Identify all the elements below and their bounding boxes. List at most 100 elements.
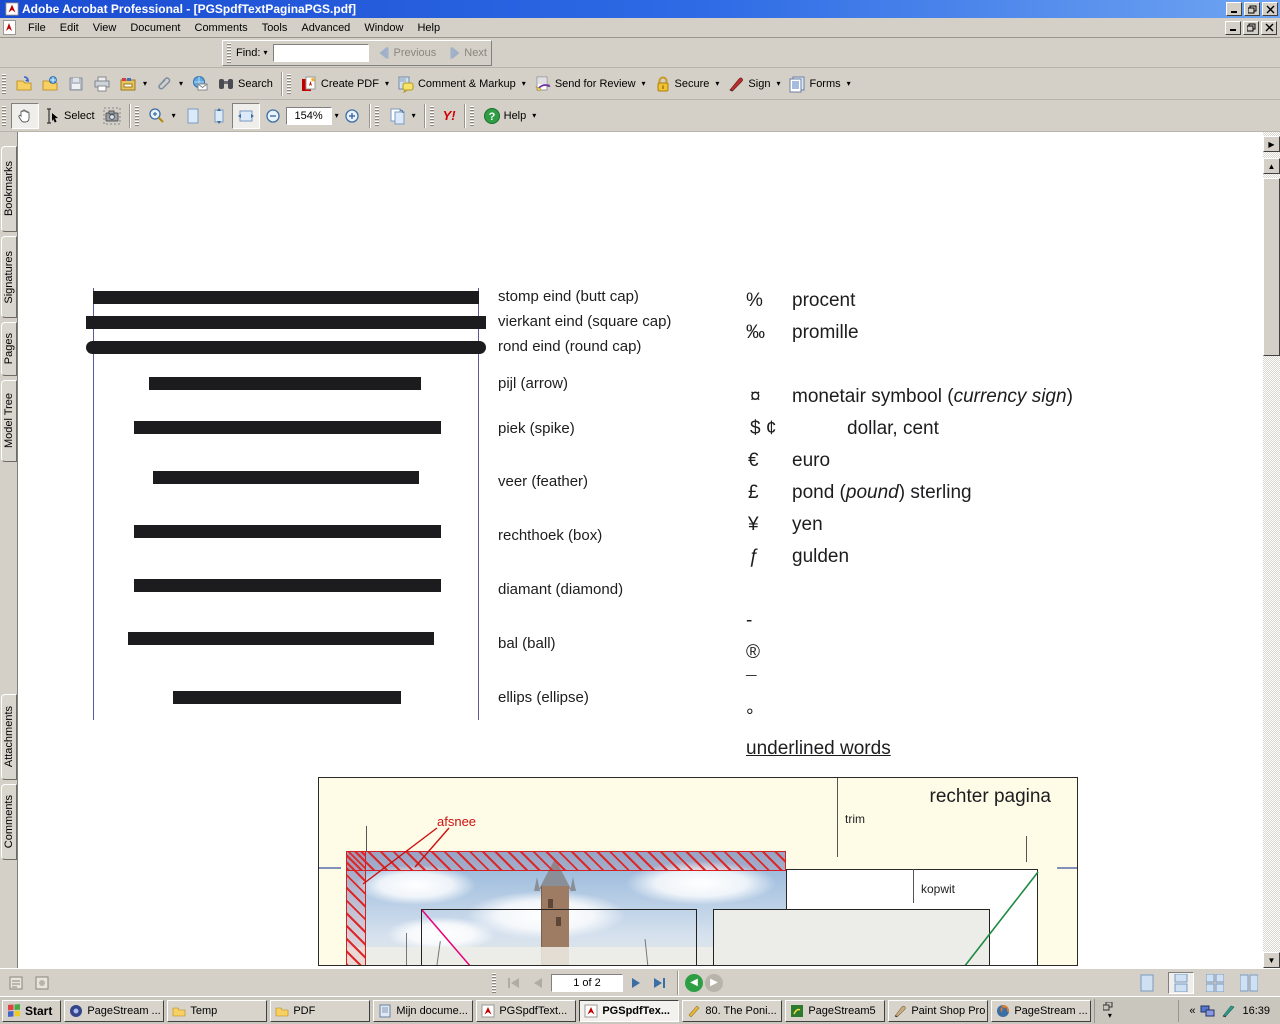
- next-view-button[interactable]: ▶: [705, 974, 723, 992]
- menu-tools[interactable]: Tools: [255, 20, 295, 36]
- find-input[interactable]: [273, 44, 369, 62]
- menu-advanced[interactable]: Advanced: [294, 20, 357, 36]
- tab-signatures[interactable]: Signatures: [1, 236, 17, 318]
- tab-model-tree[interactable]: Model Tree: [1, 380, 17, 462]
- send-review-caret[interactable]: ▾: [642, 79, 646, 88]
- help-caret[interactable]: ▾: [532, 111, 536, 120]
- create-pdf-caret[interactable]: ▾: [385, 79, 389, 88]
- task-80-the-poni[interactable]: 80. The Poni...: [682, 1000, 782, 1022]
- minimize-button[interactable]: [1226, 2, 1242, 16]
- email-button[interactable]: [187, 71, 213, 97]
- zoom-tool-button[interactable]: ▾: [144, 103, 180, 129]
- pen-tablet-icon[interactable]: [1221, 1004, 1237, 1018]
- continuous-button[interactable]: [1168, 972, 1194, 994]
- toolbar-grip[interactable]: [470, 106, 474, 126]
- fit-width-button[interactable]: [232, 103, 260, 129]
- vertical-scrollbar[interactable]: ▶ ▲ ▼: [1263, 132, 1280, 968]
- open-button[interactable]: [11, 71, 37, 97]
- organizer-button[interactable]: ▾: [115, 71, 151, 97]
- toolbar-grip[interactable]: [227, 43, 231, 63]
- task-paint-shop-pro[interactable]: Paint Shop Pro: [888, 1000, 988, 1022]
- menu-help[interactable]: Help: [410, 20, 447, 36]
- toolbar-caret[interactable]: ▾: [1108, 1011, 1112, 1020]
- restore-button[interactable]: [1244, 2, 1260, 16]
- child-close-button[interactable]: [1261, 21, 1277, 35]
- yahoo-button[interactable]: Y!: [439, 103, 460, 129]
- toolbar-grip[interactable]: [287, 74, 291, 94]
- page-number-input[interactable]: [551, 974, 623, 992]
- task-pdf[interactable]: PDF: [270, 1000, 370, 1022]
- attach-button[interactable]: ▾: [151, 71, 187, 97]
- menu-edit[interactable]: Edit: [53, 20, 86, 36]
- zoom-out-button[interactable]: [260, 103, 286, 129]
- print-button[interactable]: [89, 71, 115, 97]
- menu-document[interactable]: Document: [123, 20, 187, 36]
- task-pagestream-1[interactable]: PageStream ...: [64, 1000, 164, 1022]
- start-button[interactable]: Start: [2, 1000, 61, 1022]
- task-pagestream-firefox[interactable]: PageStream ...: [991, 1000, 1091, 1022]
- last-page-button[interactable]: [649, 973, 671, 993]
- tab-pages[interactable]: Pages: [1, 322, 17, 376]
- toolbar-grip[interactable]: [375, 106, 379, 126]
- menu-view[interactable]: View: [86, 20, 124, 36]
- document-status-icon-1[interactable]: [6, 973, 26, 993]
- secure-button[interactable]: Secure▾: [650, 71, 724, 97]
- toolbar-expand-button[interactable]: ▶: [1263, 136, 1280, 152]
- child-minimize-button[interactable]: [1225, 21, 1241, 35]
- zoom-level-input[interactable]: [286, 107, 332, 125]
- forms-caret[interactable]: ▾: [847, 79, 851, 88]
- first-page-button[interactable]: [503, 973, 525, 993]
- facing-button[interactable]: [1202, 972, 1228, 994]
- find-dropdown-caret[interactable]: ▾: [263, 48, 267, 57]
- open-web-button[interactable]: [37, 71, 63, 97]
- toolbar-grip[interactable]: [135, 106, 139, 126]
- previous-page-button[interactable]: [527, 973, 549, 993]
- send-for-review-button[interactable]: Send for Review▾: [530, 71, 650, 97]
- forms-button[interactable]: Forms▾: [784, 71, 854, 97]
- tray-expand-icon[interactable]: «: [1189, 1005, 1195, 1017]
- help-button[interactable]: ?Help▾: [479, 103, 541, 129]
- hand-tool-button[interactable]: [11, 103, 39, 129]
- previous-view-button[interactable]: ◀: [685, 974, 703, 992]
- find-previous-button[interactable]: Previous: [393, 47, 436, 59]
- continuous-facing-button[interactable]: [1236, 972, 1262, 994]
- pdf-page[interactable]: stomp eind (butt cap) vierkant eind (squ…: [18, 132, 1263, 968]
- organizer-caret[interactable]: ▾: [143, 79, 147, 88]
- toolbar-grip[interactable]: [492, 973, 496, 993]
- task-pagestream5[interactable]: PageStream5: [785, 1000, 885, 1022]
- tab-bookmarks[interactable]: Bookmarks: [1, 146, 17, 232]
- comment-markup-button[interactable]: Comment & Markup▾: [393, 71, 530, 97]
- zoom-tool-caret[interactable]: ▾: [172, 111, 176, 120]
- scrollbar-thumb[interactable]: [1263, 178, 1280, 356]
- select-tool-button[interactable]: Select: [39, 103, 99, 129]
- fit-page-button[interactable]: [180, 103, 206, 129]
- zoom-in-button[interactable]: [339, 103, 365, 129]
- task-pgspdftext-1[interactable]: PGSpdfText...: [476, 1000, 576, 1022]
- desktop-toolbar[interactable]: ▾: [1094, 999, 1121, 1023]
- page-display-button[interactable]: ▾: [384, 103, 420, 129]
- next-page-button[interactable]: [625, 973, 647, 993]
- create-pdf-button[interactable]: Create PDF▾: [296, 71, 393, 97]
- document-status-icon-2[interactable]: [32, 973, 52, 993]
- toolbar-grip[interactable]: [2, 106, 6, 126]
- toolbar-grip[interactable]: [2, 74, 6, 94]
- close-button[interactable]: [1262, 2, 1278, 16]
- child-restore-button[interactable]: [1243, 21, 1259, 35]
- menu-window[interactable]: Window: [357, 20, 410, 36]
- network-icon[interactable]: [1200, 1004, 1216, 1018]
- attach-caret[interactable]: ▾: [179, 79, 183, 88]
- tab-comments[interactable]: Comments: [1, 784, 17, 860]
- fit-height-button[interactable]: [206, 103, 232, 129]
- sign-button[interactable]: Sign▾: [723, 71, 784, 97]
- save-button[interactable]: [63, 71, 89, 97]
- tab-attachments[interactable]: Attachments: [1, 694, 17, 780]
- find-next-button[interactable]: Next: [464, 47, 487, 59]
- toolbar-grip[interactable]: [430, 106, 434, 126]
- comment-markup-caret[interactable]: ▾: [522, 79, 526, 88]
- secure-caret[interactable]: ▾: [715, 79, 719, 88]
- menu-file[interactable]: File: [21, 20, 53, 36]
- page-display-caret[interactable]: ▾: [412, 111, 416, 120]
- search-button[interactable]: Search: [213, 71, 277, 97]
- single-page-button[interactable]: [1134, 972, 1160, 994]
- scroll-down-button[interactable]: ▼: [1263, 952, 1280, 968]
